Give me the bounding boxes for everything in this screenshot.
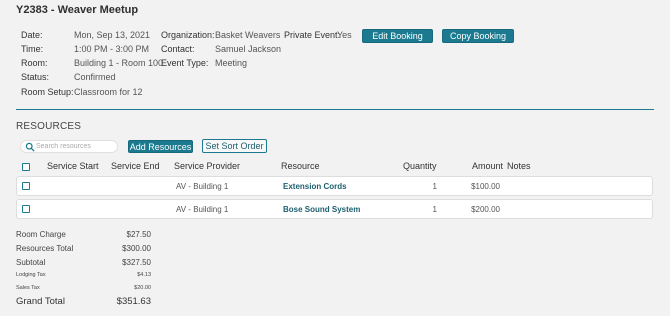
- status-label: Status:: [21, 72, 50, 82]
- row-service-provider: AV - Building 1: [176, 205, 229, 214]
- row-amount: $100.00: [471, 182, 500, 191]
- sales-tax-value: $20.00: [134, 285, 151, 291]
- row-resource-link[interactable]: Extension Cords: [283, 182, 347, 191]
- edit-booking-button[interactable]: Edit Booking: [362, 29, 433, 43]
- subtotal-value: $327.50: [122, 258, 151, 267]
- lodging-tax-value: $4.13: [137, 272, 151, 278]
- column-header-service-end[interactable]: Service End: [111, 161, 160, 171]
- resources-total-label: Resources Total: [16, 244, 74, 253]
- row-checkbox[interactable]: [22, 182, 30, 190]
- copy-booking-button[interactable]: Copy Booking: [442, 29, 514, 43]
- lodging-tax-label: Lodging Tax: [16, 272, 46, 278]
- resources-section-title: RESOURCES: [16, 121, 82, 132]
- event-type-value: Meeting: [215, 58, 248, 68]
- sales-tax-label: Sales Tax: [16, 285, 40, 291]
- date-value: Mon, Sep 13, 2021: [74, 30, 151, 40]
- event-type-label: Event Type:: [161, 58, 209, 68]
- set-sort-order-button[interactable]: Set Sort Order: [202, 139, 267, 153]
- search-resources-input[interactable]: [36, 141, 116, 152]
- resources-total-value: $300.00: [122, 244, 151, 253]
- row-resource-link[interactable]: Bose Sound System: [283, 205, 360, 214]
- room-value: Building 1 - Room 100: [74, 58, 164, 68]
- room-charge-label: Room Charge: [16, 230, 66, 239]
- room-charge-value: $27.50: [126, 230, 151, 239]
- contact-value: Samuel Jackson: [215, 44, 282, 54]
- time-label: Time:: [21, 44, 44, 54]
- row-quantity: 1: [432, 182, 437, 191]
- column-header-service-start[interactable]: Service Start: [47, 161, 99, 171]
- contact-label: Contact:: [161, 44, 195, 54]
- grand-total-label: Grand Total: [16, 296, 65, 307]
- section-divider: [16, 109, 654, 110]
- column-header-quantity[interactable]: Quantity: [403, 161, 437, 171]
- column-header-amount[interactable]: Amount: [472, 161, 503, 171]
- room-setup-label: Room Setup:: [21, 87, 74, 97]
- organization-label: Organization:: [161, 30, 215, 40]
- status-value: Confirmed: [74, 72, 116, 82]
- search-icon: [25, 142, 35, 152]
- time-value: 1:00 PM - 3:00 PM: [74, 44, 150, 54]
- row-service-provider: AV - Building 1: [176, 182, 229, 191]
- room-label: Room:: [21, 58, 48, 68]
- add-resources-button[interactable]: Add Resources: [128, 140, 193, 153]
- search-resources-field[interactable]: [20, 140, 118, 153]
- select-all-checkbox[interactable]: [22, 163, 30, 171]
- private-event-label: Private Event:: [284, 30, 341, 40]
- private-event-value: Yes: [337, 30, 352, 40]
- room-setup-value: Classroom for 12: [74, 87, 143, 97]
- column-header-notes[interactable]: Notes: [507, 161, 531, 171]
- column-header-service-provider[interactable]: Service Provider: [174, 161, 240, 171]
- date-label: Date:: [21, 30, 43, 40]
- row-checkbox[interactable]: [22, 205, 30, 213]
- page-title: Y2383 - Weaver Meetup: [16, 4, 139, 16]
- row-quantity: 1: [432, 205, 437, 214]
- organization-value: Basket Weavers: [215, 30, 281, 40]
- column-header-resource[interactable]: Resource: [281, 161, 320, 171]
- row-amount: $200.00: [471, 205, 500, 214]
- subtotal-label: Subtotal: [16, 258, 46, 267]
- grand-total-value: $351.63: [116, 296, 151, 307]
